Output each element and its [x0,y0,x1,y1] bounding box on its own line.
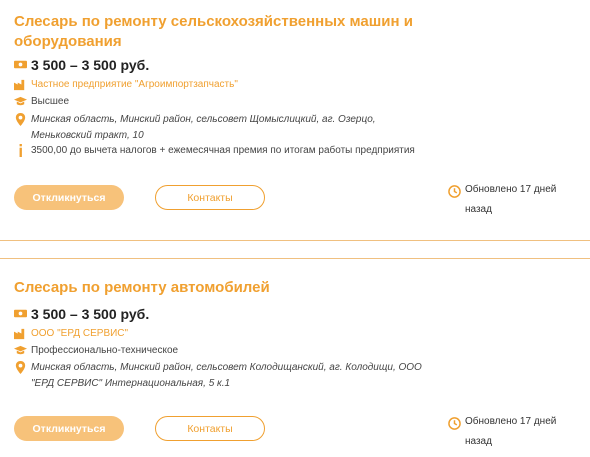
clock-icon [448,185,461,198]
location-pin-icon [14,361,27,374]
address: Минская область, Минский район, сельсове… [31,362,422,389]
salary-note: 3500,00 до вычета налогов + ежемесячная … [31,145,415,156]
contacts-button[interactable]: Контакты [155,185,265,210]
salary-row: 3 500 – 3 500 руб. [14,306,149,322]
salary-row: 3 500 – 3 500 руб. [14,57,149,73]
address-row: Минская область, Минский район, сельсове… [14,360,431,392]
company-link[interactable]: ООО "ЕРД СЕРВИС" [31,326,128,342]
divider [0,258,590,259]
address: Минская область, Минский район, сельсове… [31,114,376,141]
company-row: ООО "ЕРД СЕРВИС" [14,326,128,342]
factory-icon [14,327,27,340]
factory-icon [14,78,27,91]
education-row: Профессионально-техническое [14,343,178,359]
money-icon [14,58,27,71]
divider [0,240,590,241]
education: Профессионально-техническое [31,345,179,356]
money-icon [14,307,27,320]
updated-info: Обновлено 17 дней назад [448,416,578,452]
address-row: Минская область, Минский район, сельсове… [14,112,431,144]
apply-button[interactable]: Откликнуться [14,416,124,441]
clock-icon [448,417,461,430]
updated-text: Обновлено 17 дней назад [465,416,557,447]
updated-info: Обновлено 17 дней назад [448,184,578,220]
education-row: Высшее [14,94,69,110]
vacancy-title[interactable]: Слесарь по ремонту автомобилей [14,278,414,298]
location-pin-icon [14,113,27,126]
note-row: 3500,00 до вычета налогов + ежемесячная … [14,143,415,159]
salary: 3 500 – 3 500 руб. [31,57,150,73]
company-link[interactable]: Частное предприятие "Агроимпортзапчасть" [31,77,238,93]
info-icon [14,144,27,157]
vacancy-title[interactable]: Слесарь по ремонту сельскохозяйственных … [14,12,414,52]
graduation-cap-icon [14,344,27,357]
company-row: Частное предприятие "Агроимпортзапчасть" [14,77,238,93]
apply-button[interactable]: Откликнуться [14,185,124,210]
contacts-button[interactable]: Контакты [155,416,265,441]
graduation-cap-icon [14,95,27,108]
updated-text: Обновлено 17 дней назад [465,184,557,215]
education: Высшее [31,96,70,107]
salary: 3 500 – 3 500 руб. [31,306,150,322]
